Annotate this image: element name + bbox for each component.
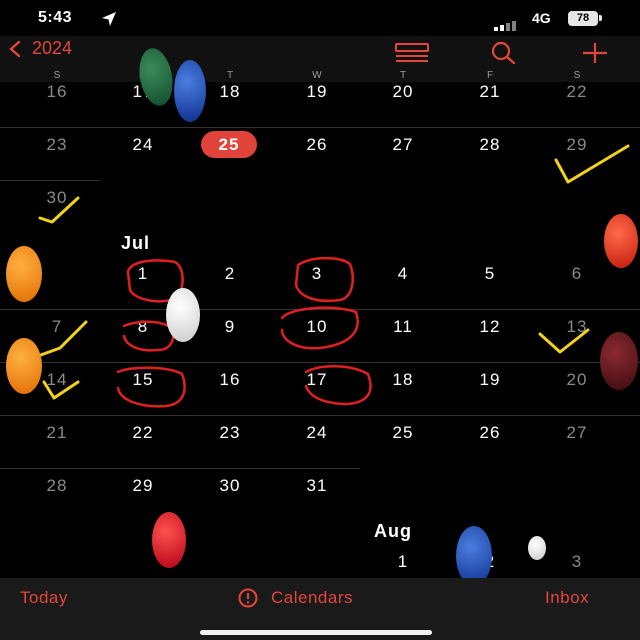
week-divider [0,415,640,416]
status-bar: 5:43 4G 78 [0,0,640,36]
calendar-day[interactable]: 10 [287,317,347,337]
weekday-fri: F [486,70,494,81]
calendar-day[interactable]: 28 [460,135,520,155]
calendar-day[interactable]: 1 [113,264,173,284]
calendar-day[interactable]: 6 [547,264,607,284]
battery-nub [599,15,602,21]
calendar-day[interactable]: 27 [547,423,607,443]
calendar-day[interactable]: 18 [373,370,433,390]
calendar-day[interactable]: 23 [27,135,87,155]
calendar-day[interactable]: 3 [547,552,607,572]
battery-icon: 78 [568,11,598,26]
orange-ball-image [6,246,42,302]
calendar-day[interactable]: 7 [27,317,87,337]
calendar-day[interactable]: 17 [287,370,347,390]
calendar-day[interactable]: 29 [113,476,173,496]
red-ball-image [152,512,186,568]
week-divider [0,127,640,128]
calendars-label: Calendars [271,588,353,607]
week-divider [0,180,100,181]
weekday-sun: S [53,70,61,81]
calendar-day[interactable]: 22 [113,423,173,443]
calendar-day[interactable]: 8 [113,317,173,337]
calendar-day[interactable]: 30 [27,188,87,208]
maroon-ball-image [600,332,638,390]
calendar-day[interactable]: 22 [547,82,607,102]
calendars-button[interactable]: Calendars [235,588,353,608]
calendar-day[interactable]: 2 [200,264,260,284]
back-label: 2024 [32,38,73,58]
calendar-day[interactable]: 1 [373,552,433,572]
home-indicator [200,630,432,635]
calendar-day[interactable]: 25 [373,423,433,443]
calendar-day[interactable]: 15 [113,370,173,390]
calendar-day[interactable]: 16 [27,82,87,102]
white-ball-image [166,288,200,342]
calendar-day[interactable]: 23 [200,423,260,443]
calendar-day[interactable]: 11 [373,317,433,337]
signal-bars-icon [494,13,518,31]
calendar-day[interactable]: 13 [547,317,607,337]
blue-ball-image [456,526,492,586]
today-button[interactable]: Today [20,588,68,608]
list-view-icon[interactable] [394,40,430,66]
week-divider [0,309,640,310]
status-time: 5:43 [38,9,73,26]
white-ball-image [528,536,546,560]
alert-circle-icon [238,588,258,608]
month-label-august: Aug [374,521,412,541]
calendar-day[interactable]: 18 [200,82,260,102]
blue-ball-image [174,60,206,122]
calendar-day[interactable]: 21 [460,82,520,102]
calendar-day[interactable]: 3 [287,264,347,284]
weekday-thu: T [399,70,407,81]
calendar-day[interactable]: 19 [287,82,347,102]
calendar-day[interactable]: 28 [27,476,87,496]
calendar-day[interactable]: 24 [287,423,347,443]
calendar-day[interactable]: 9 [200,317,260,337]
orange-ball-image [6,338,42,394]
weekday-sat: S [573,70,581,81]
calendar-day[interactable]: 20 [547,370,607,390]
calendar-day[interactable]: 30 [200,476,260,496]
weekday-tue: T [226,70,234,81]
calendar-day[interactable]: 16 [200,370,260,390]
calendar-day[interactable]: 19 [460,370,520,390]
location-arrow-icon [102,12,116,26]
chevron-left-icon [9,40,21,57]
month-label-july: Jul [121,233,151,253]
calendar-day[interactable]: 5 [460,264,520,284]
today-day[interactable]: 25 [201,131,257,158]
calendar-day[interactable]: 27 [373,135,433,155]
week-divider [0,468,360,469]
calendar-day[interactable]: 12 [460,317,520,337]
calendar-day[interactable]: 26 [460,423,520,443]
red-ball-image [604,214,638,268]
inbox-button[interactable]: Inbox [545,588,589,608]
calendar-day[interactable]: 24 [113,135,173,155]
calendar-day[interactable]: 29 [547,135,607,155]
calendar-day[interactable]: 4 [373,264,433,284]
weekday-wed: W [312,70,322,81]
network-type: 4G [532,10,551,26]
week-divider [0,362,640,363]
calendar-day[interactable]: 26 [287,135,347,155]
add-event-icon[interactable] [577,40,613,66]
calendar-day[interactable]: 21 [27,423,87,443]
search-icon[interactable] [486,40,522,66]
calendar-day[interactable]: 31 [287,476,347,496]
back-to-year-button[interactable]: 2024 [6,38,72,59]
calendar-day[interactable]: 20 [373,82,433,102]
